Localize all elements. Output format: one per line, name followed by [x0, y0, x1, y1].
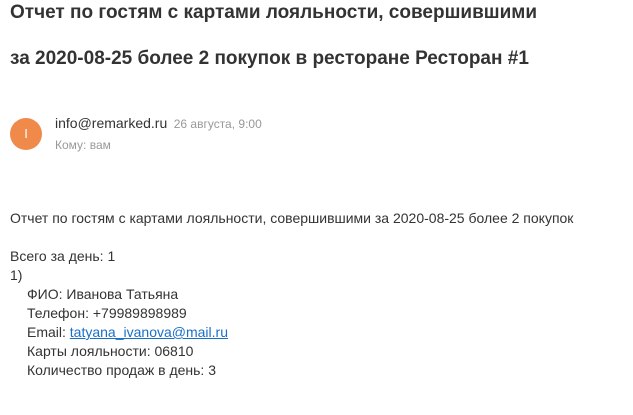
recipient-line[interactable]: Кому: вам — [55, 137, 111, 153]
sender-line: info@remarked.ru 26 августа, 9:00 — [55, 114, 262, 133]
guest-phone: Телефон: +79989898989 — [27, 305, 187, 321]
report-intro: Отчет по гостям с картами лояльности, со… — [10, 210, 574, 226]
sender-address[interactable]: info@remarked.ru — [55, 115, 167, 131]
guest-email-link[interactable]: tatyana_ivanova@mail.ru — [70, 324, 228, 340]
email-subject-line-1: Отчет по гостям с картами лояльности, со… — [10, 2, 538, 23]
email-subject-line-2: за 2020-08-25 более 2 покупок в ресторан… — [10, 48, 529, 69]
email-body: Отчет по гостям с картами лояльности, со… — [10, 209, 573, 380]
report-item-number: 1) — [10, 267, 23, 283]
sender-avatar[interactable]: I — [10, 118, 42, 150]
guest-sales-count: Количество продаж в день: 3 — [27, 362, 216, 378]
guest-email-label: Email: — [27, 324, 70, 340]
guest-loyalty-cards: Карты лояльности: 06810 — [27, 343, 194, 359]
email-date: 26 августа, 9:00 — [173, 117, 262, 131]
guest-email-row: Email: tatyana_ivanova@mail.ru — [10, 323, 573, 342]
guest-name: ФИО: Иванова Татьяна — [27, 286, 179, 302]
report-total: Всего за день: 1 — [10, 248, 116, 264]
